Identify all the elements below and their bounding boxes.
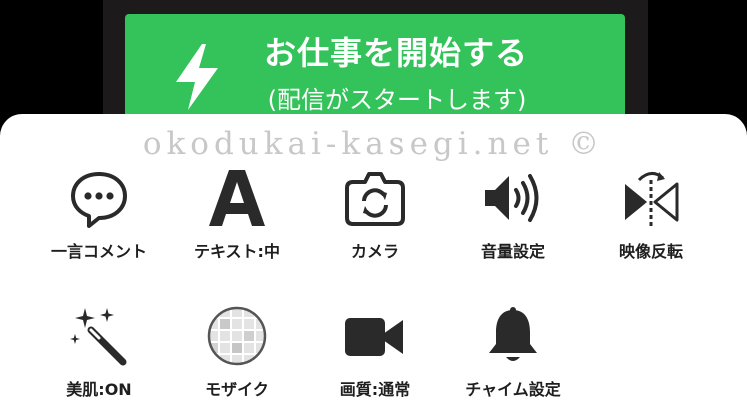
magic-wand-icon — [69, 306, 129, 366]
bottom-sheet: okodukai-kasegi.net © 一言コメント テキスト:中 カメラ … — [0, 114, 747, 412]
start-button-title: お仕事を開始する — [263, 34, 528, 72]
menu-item-label: 一言コメント — [50, 242, 147, 261]
camera-switch-icon — [345, 168, 405, 228]
menu-item-chime[interactable]: チャイム設定 — [443, 306, 583, 412]
menu-item-label: 美肌:ON — [66, 380, 132, 399]
start-button-subtitle: (配信がスタートします) — [267, 86, 527, 114]
menu-item-label: カメラ — [350, 242, 399, 261]
menu-item-mosaic[interactable]: モザイク — [167, 306, 307, 412]
menu-item-flip-video[interactable]: 映像反転 — [581, 168, 721, 274]
start-work-button[interactable]: お仕事を開始する (配信がスタートします) — [125, 14, 625, 126]
menu-item-camera[interactable]: カメラ — [305, 168, 445, 274]
mosaic-grid-icon — [207, 306, 267, 366]
menu-item-label: 音量設定 — [480, 242, 545, 261]
menu-item-beauty[interactable]: 美肌:ON — [29, 306, 169, 412]
lightning-bolt-icon — [176, 44, 218, 110]
video-camera-icon — [345, 306, 405, 366]
flip-video-icon — [621, 168, 681, 228]
menu-item-text-size[interactable]: テキスト:中 — [167, 168, 307, 274]
menu-item-quality[interactable]: 画質:通常 — [305, 306, 445, 412]
speech-bubble-icon — [69, 168, 129, 228]
letter-a-icon — [207, 168, 267, 228]
menu-item-label: 画質:通常 — [339, 380, 411, 399]
speaker-volume-icon — [483, 168, 543, 228]
watermark: okodukai-kasegi.net © — [142, 126, 605, 162]
menu-item-label: 映像反転 — [618, 242, 683, 261]
menu-item-label: モザイク — [205, 380, 269, 399]
bell-icon — [483, 306, 543, 366]
menu-item-comment[interactable]: 一言コメント — [29, 168, 169, 274]
menu-item-label: テキスト:中 — [194, 242, 280, 261]
menu-item-volume[interactable]: 音量設定 — [443, 168, 583, 274]
menu-item-label: チャイム設定 — [465, 380, 561, 399]
